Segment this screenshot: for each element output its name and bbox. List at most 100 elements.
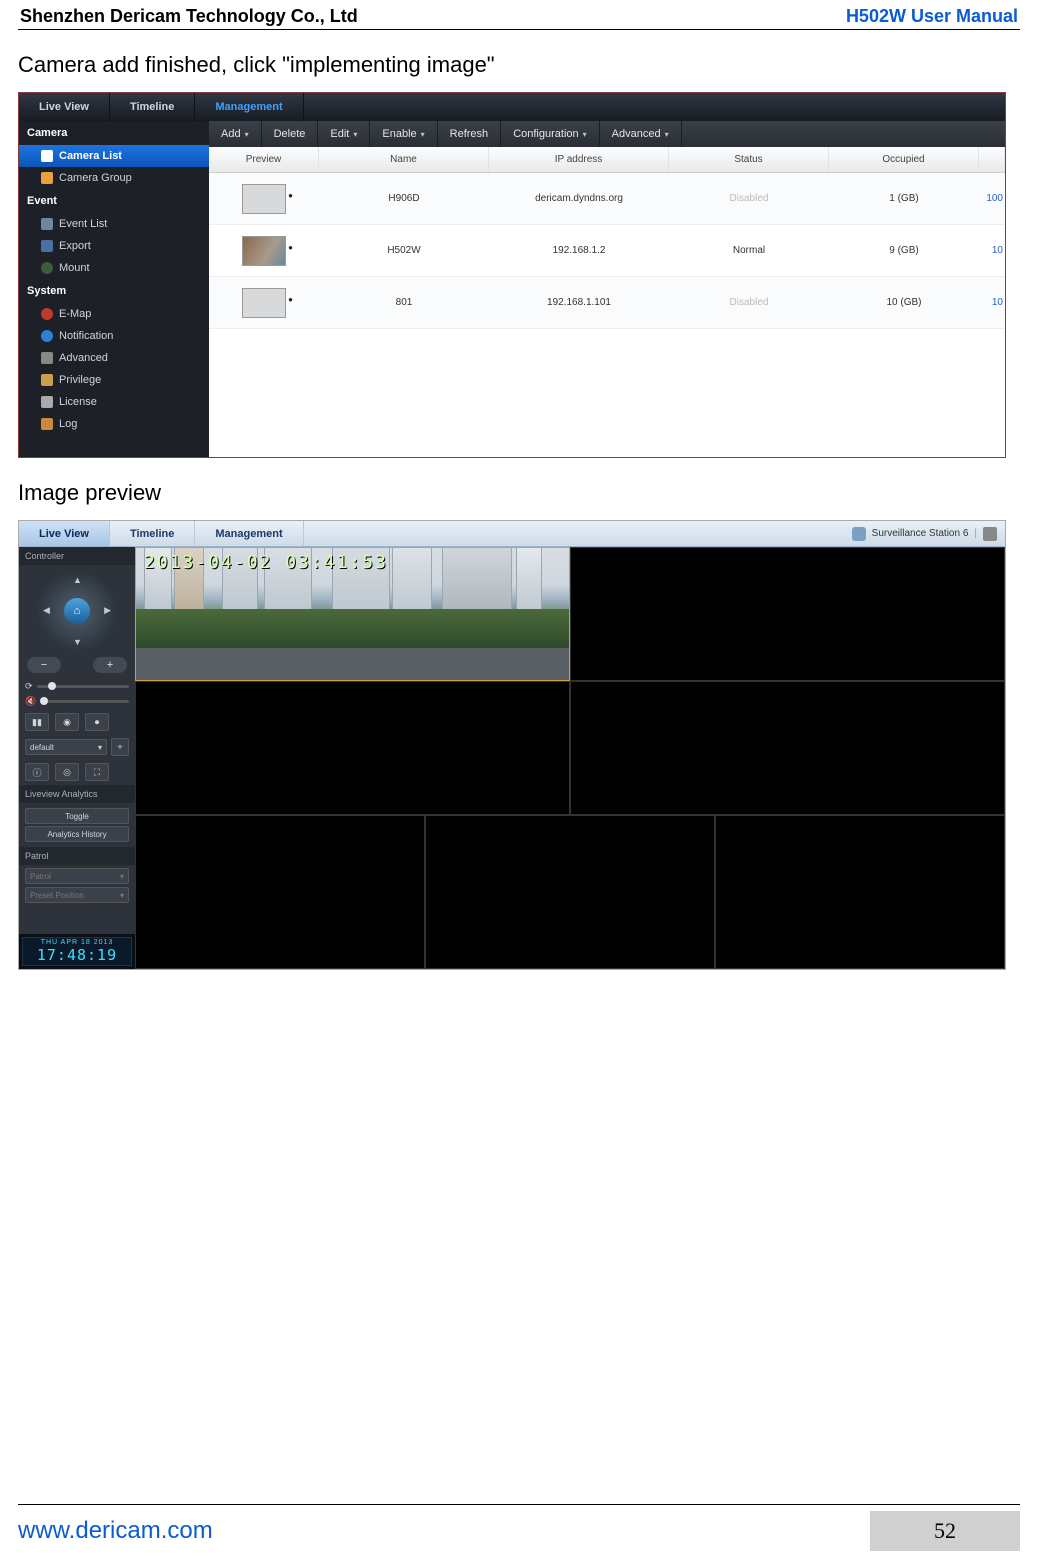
ptz-down-icon[interactable]: ▼ [73, 637, 82, 647]
surveillance-station-label: Surveillance Station 6 [872, 528, 969, 539]
sidebar-item-export[interactable]: Export [19, 235, 209, 257]
cell-occupied: 1 (GB) [829, 173, 979, 224]
video-cell-5[interactable] [135, 815, 425, 969]
table-row[interactable]: H906D dericam.dyndns.org Disabled 1 (GB)… [209, 173, 1005, 225]
section-analytics: Liveview Analytics [19, 785, 135, 803]
table-row[interactable]: H502W 192.168.1.2 Normal 9 (GB) 10 [209, 225, 1005, 277]
ptz-right-icon[interactable]: ▶ [104, 605, 111, 616]
ptz-left-icon[interactable]: ◀ [43, 605, 50, 616]
toolbar-configuration[interactable]: Configuration▾ [501, 121, 599, 147]
sidebar-item-license[interactable]: License [19, 391, 209, 413]
cell-occupied: 10 (GB) [829, 277, 979, 328]
mount-icon [41, 262, 53, 274]
sidebar-item-privilege[interactable]: Privilege [19, 369, 209, 391]
analytics-history-button[interactable]: Analytics History [25, 826, 129, 842]
screenshot-live-view: Live View Timeline Management Surveillan… [18, 520, 1006, 970]
toolbar-refresh[interactable]: Refresh [438, 121, 502, 147]
toolbar-add[interactable]: Add▾ [209, 121, 262, 147]
footer-url: www.dericam.com [18, 1517, 870, 1545]
main-panel: Add▾ Delete Edit▾ Enable▾ Refresh Config… [209, 121, 1005, 457]
speed-icon: ⟳ [25, 681, 33, 692]
col-occupied[interactable]: Occupied [829, 147, 979, 172]
sidebar-item-notification[interactable]: Notification [19, 325, 209, 347]
sidebar-item-advanced[interactable]: Advanced [19, 347, 209, 369]
sidebar-item-camera-list[interactable]: Camera List [19, 145, 209, 167]
camera-thumb [242, 288, 286, 318]
chevron-down-icon: ▾ [120, 891, 124, 900]
clock-date: THU APR 18 2013 [23, 938, 131, 946]
grid-header: Preview Name IP address Status Occupied [209, 147, 1005, 173]
preset-position-select[interactable]: Preset Position▾ [25, 887, 129, 903]
sidebar-item-label: Camera Group [59, 172, 132, 184]
advanced-icon [41, 352, 53, 364]
tab-management[interactable]: Management [195, 521, 303, 546]
zoom-out-button[interactable]: − [27, 657, 61, 673]
volume-slider[interactable] [40, 700, 129, 703]
sidebar-item-camera-group[interactable]: Camera Group [19, 167, 209, 189]
controller-sidebar: Controller ▲ ▼ ◀ ▶ ⌂ − + ⟳ 🔇 [19, 547, 135, 969]
chevron-down-icon: ▾ [245, 130, 249, 139]
tabs-spacer [304, 521, 852, 546]
table-row[interactable]: 801 192.168.1.101 Disabled 10 (GB) 10 [209, 277, 1005, 329]
toolbar-advanced[interactable]: Advanced▾ [600, 121, 682, 147]
record-button[interactable]: ⏺ [85, 713, 109, 731]
patrol-select[interactable]: Patrol▾ [25, 868, 129, 884]
tab-timeline[interactable]: Timeline [110, 93, 195, 121]
col-name[interactable]: Name [319, 147, 489, 172]
emap-icon [41, 308, 53, 320]
col-status[interactable]: Status [669, 147, 829, 172]
video-cell-2[interactable] [570, 547, 1005, 681]
section-patrol: Patrol [19, 847, 135, 865]
log-icon [41, 418, 53, 430]
target-button[interactable]: ◎ [55, 763, 79, 781]
sidebar-item-label: Mount [59, 262, 90, 274]
sidebar-item-label: Log [59, 418, 77, 430]
layout-add-button[interactable]: + [111, 738, 129, 756]
toggle-button[interactable]: Toggle [25, 808, 129, 824]
info-button[interactable]: ⓘ [25, 763, 49, 781]
body-text-1: Camera add finished, click "implementing… [18, 52, 1020, 78]
sidebar-item-label: E-Map [59, 308, 91, 320]
page-number: 52 [870, 1511, 1020, 1551]
sidebar-item-label: Notification [59, 330, 113, 342]
user-icon[interactable] [983, 527, 997, 541]
tab-live-view[interactable]: Live View [19, 93, 110, 121]
col-rest[interactable] [979, 147, 1005, 172]
toolbar-enable[interactable]: Enable▾ [370, 121, 437, 147]
doc-manual-title: H502W User Manual [846, 6, 1018, 27]
tab-timeline[interactable]: Timeline [110, 521, 195, 546]
video-cell-4[interactable] [570, 681, 1005, 815]
sidebar-item-emap[interactable]: E-Map [19, 303, 209, 325]
toolbar-delete[interactable]: Delete [262, 121, 319, 147]
video-cell-7[interactable] [715, 815, 1005, 969]
ptz-pad[interactable]: ▲ ▼ ◀ ▶ ⌂ [37, 571, 117, 651]
speed-slider[interactable] [37, 685, 129, 688]
doc-footer: www.dericam.com 52 [18, 1504, 1020, 1551]
snapshot-button[interactable]: ◉ [55, 713, 79, 731]
sidebar-item-mount[interactable]: Mount [19, 257, 209, 279]
sidebar-item-label: Privilege [59, 374, 101, 386]
video-cell-6[interactable] [425, 815, 715, 969]
camera-group-icon [41, 172, 53, 184]
col-ip[interactable]: IP address [489, 147, 669, 172]
pause-button[interactable]: ▮▮ [25, 713, 49, 731]
cell-status: Normal [669, 225, 829, 276]
col-preview[interactable]: Preview [209, 147, 319, 172]
video-cell-3[interactable] [135, 681, 570, 815]
tab-live-view[interactable]: Live View [19, 521, 110, 546]
ptz-up-icon[interactable]: ▲ [73, 575, 82, 585]
fullscreen-button[interactable]: ⛶ [85, 763, 109, 781]
sidebar-item-log[interactable]: Log [19, 413, 209, 435]
clock-time: 17:48:19 [23, 946, 131, 965]
zoom-in-button[interactable]: + [93, 657, 127, 673]
tab-management[interactable]: Management [195, 93, 303, 121]
layout-select[interactable]: default▾ [25, 739, 107, 755]
doc-company: Shenzhen Dericam Technology Co., Ltd [20, 6, 358, 27]
ptz-home-button[interactable]: ⌂ [64, 598, 90, 624]
volume-icon: 🔇 [25, 696, 36, 707]
sidebar-item-event-list[interactable]: Event List [19, 213, 209, 235]
tabs-spacer [304, 93, 1005, 121]
video-cell-1[interactable]: 2013-04-02 03:41:53 [135, 547, 570, 681]
cell-rest: 10 [979, 225, 1005, 276]
toolbar-edit[interactable]: Edit▾ [318, 121, 370, 147]
